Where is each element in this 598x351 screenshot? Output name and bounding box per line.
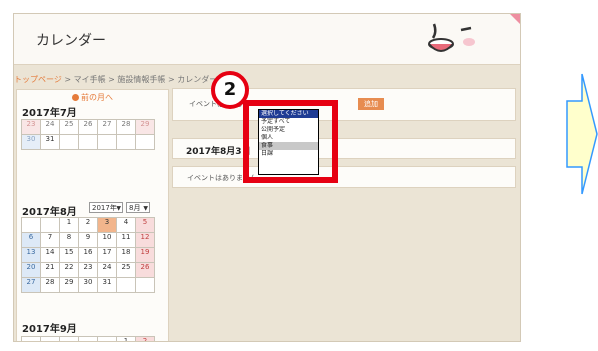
day-cell[interactable]: 15 xyxy=(59,247,79,263)
day-cell[interactable]: 19 xyxy=(135,247,155,263)
day-cell[interactable]: 24 xyxy=(97,262,117,278)
page-title: カレンダー xyxy=(36,33,106,49)
day-cell xyxy=(40,217,60,233)
day-cell[interactable]: 18 xyxy=(116,247,136,263)
breadcrumb: トップページ > マイ手帳 > 施設情報手帳 > カレンダー xyxy=(14,74,217,85)
week-row: 20 21 22 23 24 25 26 xyxy=(21,262,155,278)
prev-icon xyxy=(72,94,79,101)
day-cell[interactable]: 27 xyxy=(21,277,41,293)
date-panel: 2017年8月3日 xyxy=(172,138,516,159)
day-cell[interactable]: 30 xyxy=(21,134,41,150)
month-heading-september: 2017年9月 xyxy=(22,324,77,335)
breadcrumb-home-link[interactable]: トップページ xyxy=(14,75,62,84)
day-cell xyxy=(116,134,136,150)
day-cell[interactable]: 31 xyxy=(97,277,117,293)
month-heading-july: 2017年7月 xyxy=(22,108,77,119)
day-cell[interactable]: 7 xyxy=(40,232,60,248)
day-cell xyxy=(40,336,60,341)
day-cell[interactable]: 2 xyxy=(135,336,155,341)
day-cell[interactable]: 8 xyxy=(59,232,79,248)
day-cell[interactable]: 24 xyxy=(40,119,60,135)
day-cell xyxy=(78,336,98,341)
day-cell[interactable]: 23 xyxy=(21,119,41,135)
day-cell[interactable]: 11 xyxy=(116,232,136,248)
day-cell xyxy=(59,336,79,341)
week-row: 23 24 25 26 27 28 29 xyxy=(21,119,155,135)
day-cell[interactable]: 25 xyxy=(59,119,79,135)
week-row: 27 28 29 30 31 xyxy=(21,277,155,293)
prev-month-link[interactable]: 前の月へ xyxy=(17,92,168,103)
day-cell[interactable]: 21 xyxy=(40,262,60,278)
selected-date-heading: 2017年8月3日 xyxy=(186,147,251,157)
week-row: 1 2 3 4 5 xyxy=(21,217,155,233)
day-cell xyxy=(21,217,41,233)
day-cell xyxy=(97,134,117,150)
calendar-september: 1 2 xyxy=(21,336,155,341)
calendar-panel: 前の月へ 2017年7月 23 24 25 26 27 28 29 30 31 xyxy=(16,89,169,341)
day-cell[interactable]: 10 xyxy=(97,232,117,248)
right-arrow-icon xyxy=(566,73,598,195)
day-cell[interactable]: 25 xyxy=(116,262,136,278)
day-cell[interactable]: 9 xyxy=(78,232,98,248)
day-cell[interactable]: 28 xyxy=(116,119,136,135)
day-cell xyxy=(59,134,79,150)
day-cell[interactable]: 1 xyxy=(59,217,79,233)
day-cell xyxy=(135,277,155,293)
day-cell[interactable]: 12 xyxy=(135,232,155,248)
event-list-panel: イベントはありません xyxy=(172,166,516,188)
day-cell[interactable]: 31 xyxy=(40,134,60,150)
day-cell xyxy=(116,277,136,293)
page-header: カレンダー xyxy=(14,14,520,65)
day-cell[interactable]: 27 xyxy=(97,119,117,135)
day-cell[interactable]: 16 xyxy=(78,247,98,263)
day-cell[interactable]: 1 xyxy=(116,336,136,341)
day-cell xyxy=(78,134,98,150)
week-row: 6 7 8 9 10 11 12 xyxy=(21,232,155,248)
day-cell xyxy=(135,134,155,150)
day-cell-today[interactable]: 3 xyxy=(97,217,117,233)
prev-month-label: 前の月へ xyxy=(81,93,113,102)
calendar-july: 23 24 25 26 27 28 29 30 31 xyxy=(21,119,155,150)
day-cell[interactable]: 30 xyxy=(78,277,98,293)
week-row: 13 14 15 16 17 18 19 xyxy=(21,247,155,263)
week-row: 1 2 xyxy=(21,336,155,341)
day-cell[interactable]: 29 xyxy=(59,277,79,293)
day-cell[interactable]: 20 xyxy=(21,262,41,278)
day-cell[interactable]: 5 xyxy=(135,217,155,233)
mascot-icon xyxy=(428,23,475,52)
step-number-badge: 2 xyxy=(211,71,249,109)
day-cell xyxy=(97,336,117,341)
day-cell[interactable]: 26 xyxy=(78,119,98,135)
year-select[interactable]: 2017年 xyxy=(89,202,123,214)
day-cell[interactable]: 4 xyxy=(116,217,136,233)
day-cell[interactable]: 13 xyxy=(21,247,41,263)
day-cell xyxy=(21,336,41,341)
day-cell[interactable]: 6 xyxy=(21,232,41,248)
day-cell[interactable]: 22 xyxy=(59,262,79,278)
day-cell[interactable]: 28 xyxy=(40,277,60,293)
week-row: 30 31 xyxy=(21,134,155,150)
day-cell[interactable]: 2 xyxy=(78,217,98,233)
month-select[interactable]: 8月 xyxy=(126,202,150,214)
day-cell[interactable]: 26 xyxy=(135,262,155,278)
add-button[interactable]: 追加 xyxy=(358,98,384,110)
day-cell[interactable]: 14 xyxy=(40,247,60,263)
month-heading-august: 2017年8月 xyxy=(22,207,77,218)
calendar-august: 1 2 3 4 5 6 7 8 9 10 11 12 13 14 15 16 1… xyxy=(21,217,155,293)
day-cell[interactable]: 17 xyxy=(97,247,117,263)
highlight-box xyxy=(243,100,338,183)
day-cell[interactable]: 29 xyxy=(135,119,155,135)
breadcrumb-trail: > マイ手帳 > 施設情報手帳 > カレンダー xyxy=(61,75,218,84)
day-cell[interactable]: 23 xyxy=(78,262,98,278)
